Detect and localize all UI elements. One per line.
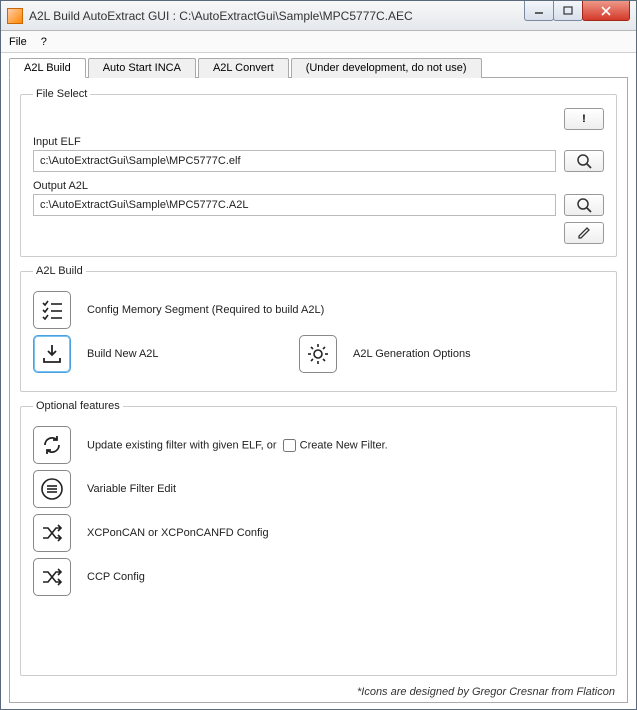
label-a2l-generation-options: A2L Generation Options	[353, 348, 471, 360]
tab-a2l-build[interactable]: A2L Build	[9, 58, 86, 78]
tab-strip: A2L Build Auto Start INCA A2L Convert (U…	[9, 58, 628, 78]
client-area: A2L Build Auto Start INCA A2L Convert (U…	[1, 53, 636, 709]
close-button[interactable]	[582, 1, 630, 21]
label-update-filter: Update existing filter with given ELF, o…	[87, 439, 388, 452]
browse-input-elf-button[interactable]	[564, 150, 604, 172]
label-ccp-config: CCP Config	[87, 571, 145, 583]
titlebar: A2L Build AutoExtract GUI : C:\AutoExtra…	[1, 1, 636, 31]
app-icon	[7, 8, 23, 24]
build-new-a2l-button[interactable]	[33, 335, 71, 373]
shuffle-icon	[40, 521, 64, 545]
update-filter-button[interactable]	[33, 426, 71, 464]
menu-help[interactable]: ?	[41, 36, 47, 48]
xcp-config-button[interactable]	[33, 514, 71, 552]
legend-a2l-build: A2L Build	[33, 265, 86, 277]
maximize-icon	[563, 6, 573, 16]
exclamation-icon: !	[582, 113, 586, 125]
label-variable-filter-edit: Variable Filter Edit	[87, 483, 176, 495]
window-title: A2L Build AutoExtract GUI : C:\AutoExtra…	[29, 9, 525, 23]
warning-button[interactable]: !	[564, 108, 604, 130]
label-update-filter-prefix: Update existing filter with given ELF, o…	[87, 439, 277, 451]
maximize-button[interactable]	[553, 1, 583, 21]
group-a2l-build: A2L Build Config Memory Segment (Require…	[20, 265, 617, 392]
group-file-select: File Select ! Input ELF Output A2L	[20, 88, 617, 257]
tab-body: File Select ! Input ELF Output A2L	[9, 77, 628, 703]
ccp-config-button[interactable]	[33, 558, 71, 596]
label-create-new-filter: Create New Filter.	[300, 439, 388, 451]
label-build-new-a2l: Build New A2L	[87, 348, 247, 360]
search-icon	[576, 153, 592, 169]
group-optional-features: Optional features Update existing filter…	[20, 400, 617, 676]
menubar: File ?	[1, 31, 636, 53]
config-memory-segment-button[interactable]	[33, 291, 71, 329]
variable-filter-edit-button[interactable]	[33, 470, 71, 508]
browse-output-a2l-button[interactable]	[564, 194, 604, 216]
shuffle-icon	[40, 565, 64, 589]
legend-file-select: File Select	[33, 88, 90, 100]
create-new-filter-checkbox[interactable]	[283, 439, 296, 452]
app-window: A2L Build AutoExtract GUI : C:\AutoExtra…	[0, 0, 637, 710]
refresh-icon	[40, 433, 64, 457]
pencil-icon	[576, 225, 592, 241]
label-config-memory-segment: Config Memory Segment (Required to build…	[87, 304, 324, 316]
tab-auto-start-inca[interactable]: Auto Start INCA	[88, 58, 196, 78]
menu-file[interactable]: File	[9, 36, 27, 48]
input-elf-field[interactable]	[33, 150, 556, 172]
output-a2l-field[interactable]	[33, 194, 556, 216]
list-circle-icon	[40, 477, 64, 501]
minimize-button[interactable]	[524, 1, 554, 21]
download-icon	[40, 342, 64, 366]
close-icon	[600, 5, 612, 17]
minimize-icon	[534, 6, 544, 16]
gear-icon	[306, 342, 330, 366]
label-output-a2l: Output A2L	[33, 180, 604, 192]
legend-optional-features: Optional features	[33, 400, 123, 412]
footer-credits: *Icons are designed by Gregor Cresnar fr…	[20, 684, 617, 698]
tab-a2l-convert[interactable]: A2L Convert	[198, 58, 289, 78]
checklist-icon	[40, 298, 64, 322]
search-icon	[576, 197, 592, 213]
edit-output-button[interactable]	[564, 222, 604, 244]
tab-under-development[interactable]: (Under development, do not use)	[291, 58, 482, 78]
a2l-generation-options-button[interactable]	[299, 335, 337, 373]
label-input-elf: Input ELF	[33, 136, 604, 148]
window-controls	[525, 1, 636, 21]
label-xcp-config: XCPonCAN or XCPonCANFD Config	[87, 527, 269, 539]
